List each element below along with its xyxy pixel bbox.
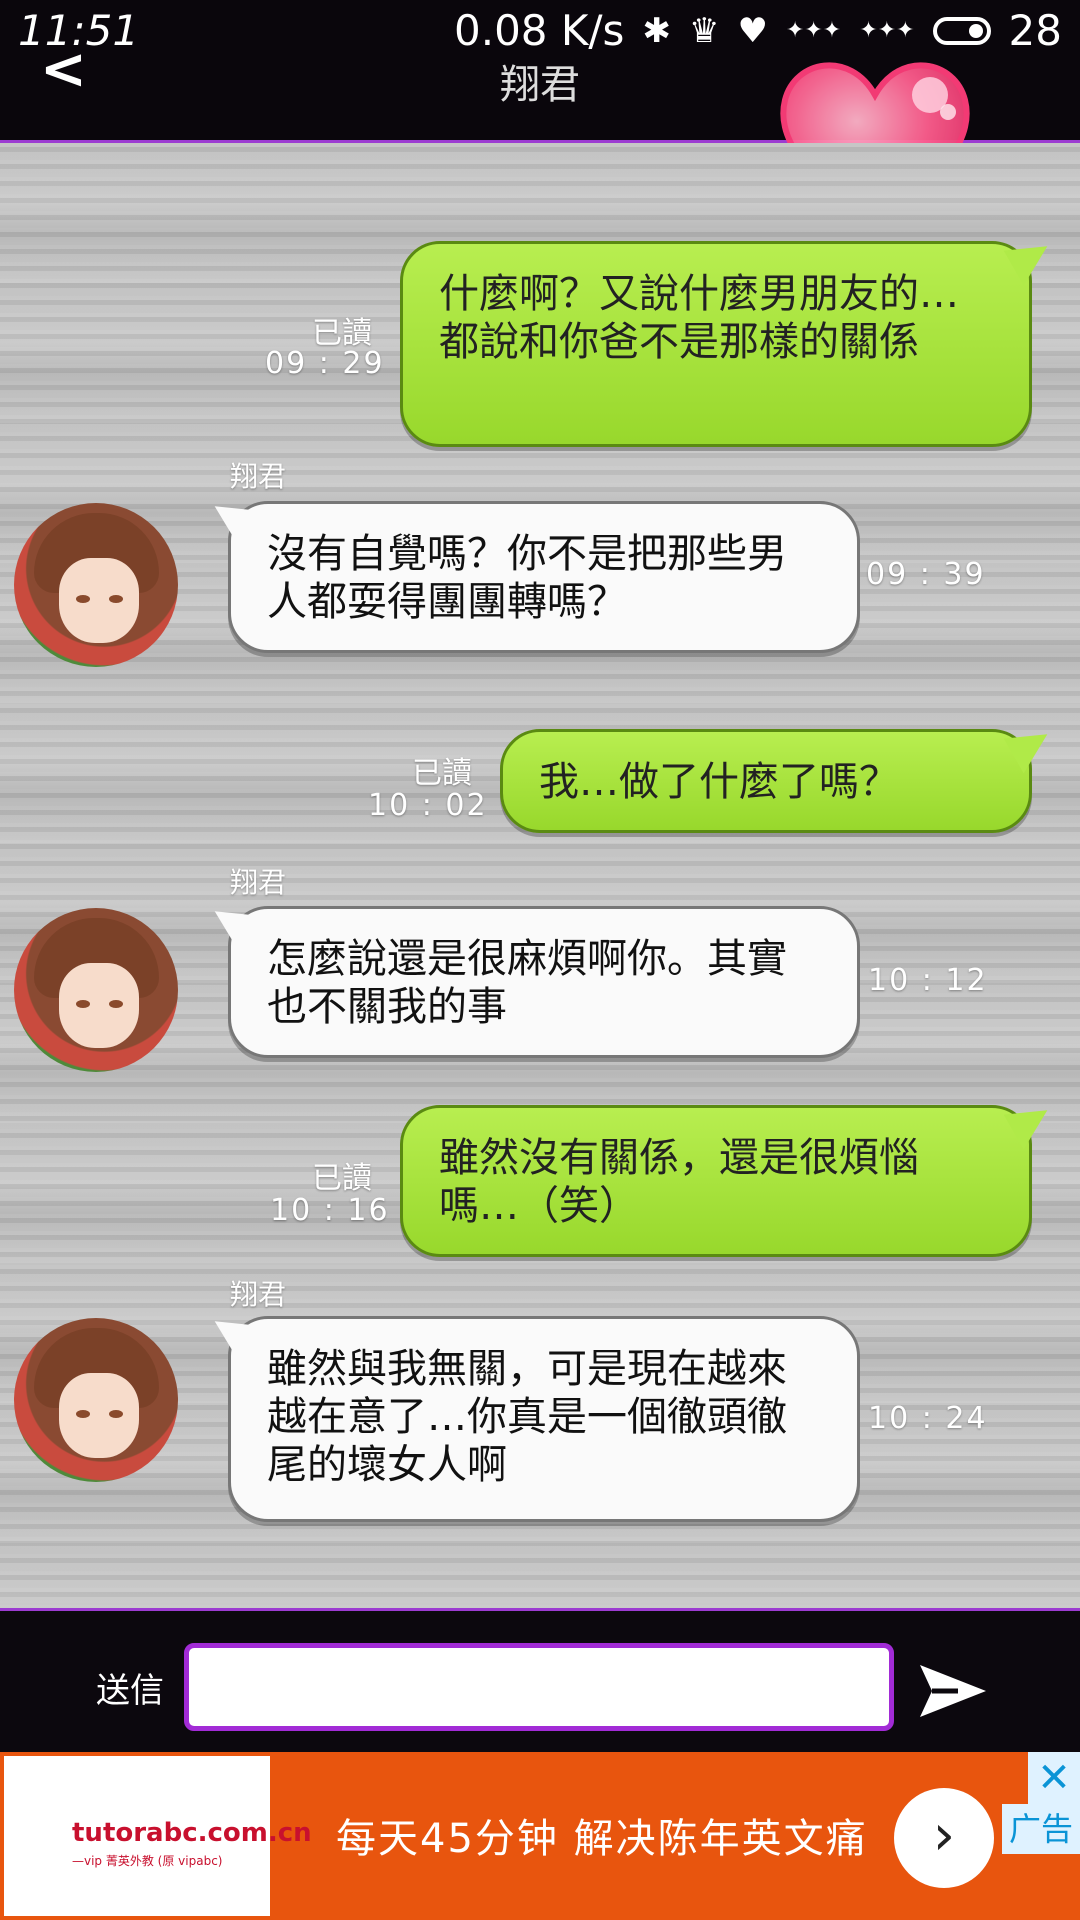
ad-logo-box: tutorabc.com.cn —vip 菁英外教 (原 vipabc) [4, 1756, 312, 1916]
signal-icon: ✦✦✦ [785, 18, 842, 43]
ad-label: 广告 [1002, 1804, 1080, 1854]
message-bubble-received[interactable]: 怎麼說還是很麻煩啊你。其實也不關我的事 [228, 906, 860, 1058]
bluetooth-icon: ✱ [642, 10, 671, 51]
signal-icon: ✦✦✦ [859, 18, 915, 43]
message-bubble-sent[interactable]: 我…做了什麼了嗎？ [500, 729, 1032, 833]
message-bubble-sent[interactable]: 雖然沒有關係，還是很煩惱嗎…（笑） [400, 1105, 1032, 1257]
sender-name: 翔君 [230, 460, 287, 493]
message-bubble-sent[interactable]: 什麼啊？又說什麼男朋友的…都說和你爸不是那樣的關係 [400, 241, 1032, 447]
status-time: 11:51 [18, 6, 140, 55]
message-time: 09 : 29 [265, 346, 385, 381]
status-bar: 11:51 0.08 K/s ✱ ♛ ♥ ✦✦✦ ✦✦✦ 28 [0, 0, 1080, 70]
chat-message-list[interactable]: 已讀 09 : 29 什麼啊？又說什麼男朋友的…都說和你爸不是那樣的關係 翔君 … [0, 143, 1080, 1608]
ad-banner[interactable]: tutorabc.com.cn —vip 菁英外教 (原 vipabc) 每天4… [0, 1752, 1080, 1920]
message-time: 09 : 39 [866, 557, 986, 592]
ad-logo: tutorabc.com.cn [72, 1818, 312, 1848]
message-time: 10 : 16 [270, 1193, 390, 1228]
message-bubble-received[interactable]: 雖然與我無關，可是現在越來越在意了…你真是一個徹頭徹尾的壞女人啊 [228, 1316, 860, 1522]
message-input-bar: 送信 [0, 1608, 1080, 1755]
read-receipt: 已讀 [412, 756, 472, 791]
network-speed: 0.08 K/s [454, 6, 625, 55]
sender-name: 翔君 [230, 866, 287, 899]
message-time: 10 : 12 [868, 963, 988, 998]
chevron-right-icon[interactable]: › [894, 1788, 994, 1888]
ad-logo-subtitle: —vip 菁英外教 (原 vipabc) [72, 1854, 223, 1868]
battery-level: 28 [1008, 6, 1062, 55]
battery-icon [932, 16, 991, 45]
crown-icon: ♛ [688, 10, 720, 51]
message-time: 10 : 24 [868, 1401, 988, 1436]
heart-signal-icon: ♥ [737, 10, 768, 51]
message-time: 10 : 02 [368, 788, 488, 823]
send-label: 送信 [96, 1671, 164, 1711]
ad-headline: 每天45分钟 解决陈年英文痛 [336, 1816, 868, 1862]
avatar[interactable] [14, 908, 178, 1072]
status-indicators: 0.08 K/s ✱ ♛ ♥ ✦✦✦ ✦✦✦ 28 [454, 6, 1062, 55]
close-icon[interactable]: ✕ [1028, 1752, 1080, 1804]
avatar[interactable] [14, 503, 178, 667]
message-input[interactable] [184, 1643, 894, 1731]
read-receipt: 已讀 [312, 1161, 372, 1196]
sender-name: 翔君 [230, 1278, 287, 1311]
message-bubble-received[interactable]: 沒有自覺嗎？你不是把那些男人都耍得團團轉嗎？ [228, 501, 860, 653]
send-arrow-icon[interactable] [918, 1663, 988, 1719]
avatar[interactable] [14, 1318, 178, 1482]
